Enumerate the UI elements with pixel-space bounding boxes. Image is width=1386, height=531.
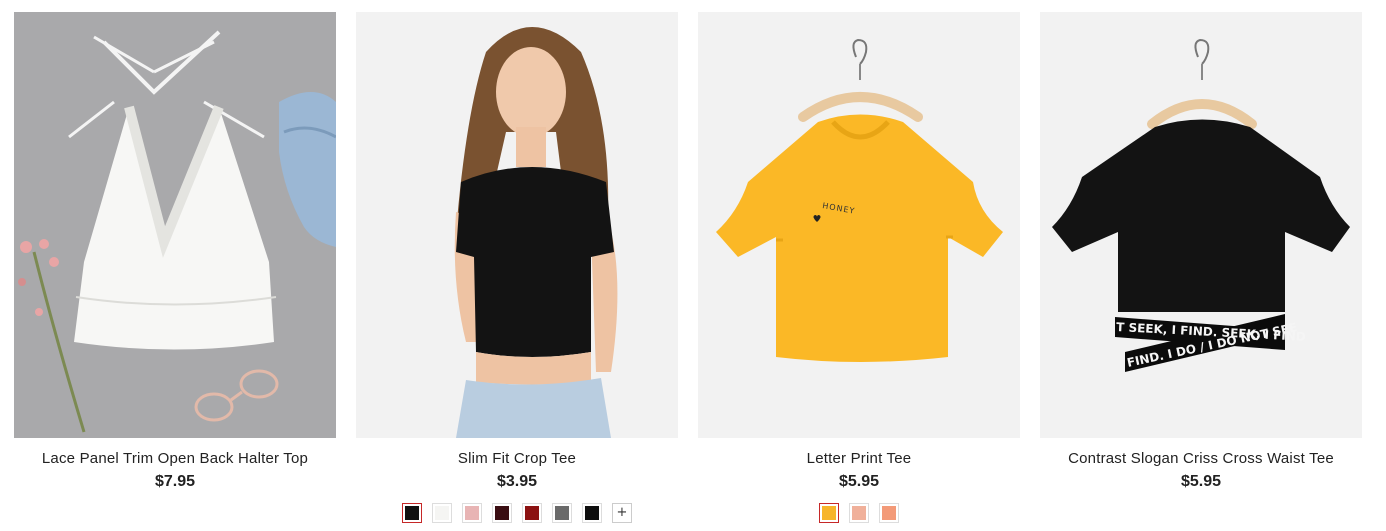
swatch-color	[882, 506, 896, 520]
product-card[interactable]: HONEY Letter Print Tee $5.95	[698, 12, 1020, 524]
product-price: $5.95	[838, 473, 880, 490]
product-image[interactable]	[14, 12, 336, 438]
color-swatch[interactable]	[462, 503, 482, 523]
color-swatch[interactable]	[819, 503, 839, 523]
product-price: $3.95	[496, 473, 538, 490]
swatch-color	[822, 506, 836, 520]
product-grid: Lace Panel Trim Open Back Halter Top $7.…	[14, 12, 1362, 524]
swatch-color	[405, 506, 419, 520]
product-price: $7.95	[154, 473, 196, 490]
swatch-color	[852, 506, 866, 520]
product-image[interactable]: T SEEK, I FIND. SEEK, I FIND FIND. I DO …	[1040, 12, 1362, 438]
product-image[interactable]: HONEY	[698, 12, 1020, 438]
product-card[interactable]: Slim Fit Crop Tee $3.95 +	[356, 12, 678, 524]
swatch-color	[555, 506, 569, 520]
color-swatch[interactable]	[522, 503, 542, 523]
color-swatches	[819, 502, 899, 524]
swatch-color	[495, 506, 509, 520]
color-swatch[interactable]	[849, 503, 869, 523]
more-colors-button[interactable]: +	[612, 503, 632, 523]
product-name[interactable]: Letter Print Tee	[807, 450, 912, 468]
swatch-color	[525, 506, 539, 520]
color-swatch[interactable]	[402, 503, 422, 523]
color-swatch[interactable]	[879, 503, 899, 523]
color-swatches: +	[402, 502, 632, 524]
product-name[interactable]: Contrast Slogan Criss Cross Waist Tee	[1068, 450, 1334, 468]
product-card[interactable]: T SEEK, I FIND. SEEK, I FIND FIND. I DO …	[1040, 12, 1362, 524]
color-swatch[interactable]	[492, 503, 512, 523]
swatch-color	[465, 506, 479, 520]
color-swatch[interactable]	[432, 503, 452, 523]
product-name[interactable]: Lace Panel Trim Open Back Halter Top	[42, 450, 308, 468]
color-swatch[interactable]	[552, 503, 572, 523]
swatch-color	[435, 506, 449, 520]
swatch-color	[585, 506, 599, 520]
color-swatch[interactable]	[582, 503, 602, 523]
product-image[interactable]	[356, 12, 678, 438]
product-card[interactable]: Lace Panel Trim Open Back Halter Top $7.…	[14, 12, 336, 524]
product-name[interactable]: Slim Fit Crop Tee	[458, 450, 576, 468]
product-price: $5.95	[1180, 473, 1222, 490]
